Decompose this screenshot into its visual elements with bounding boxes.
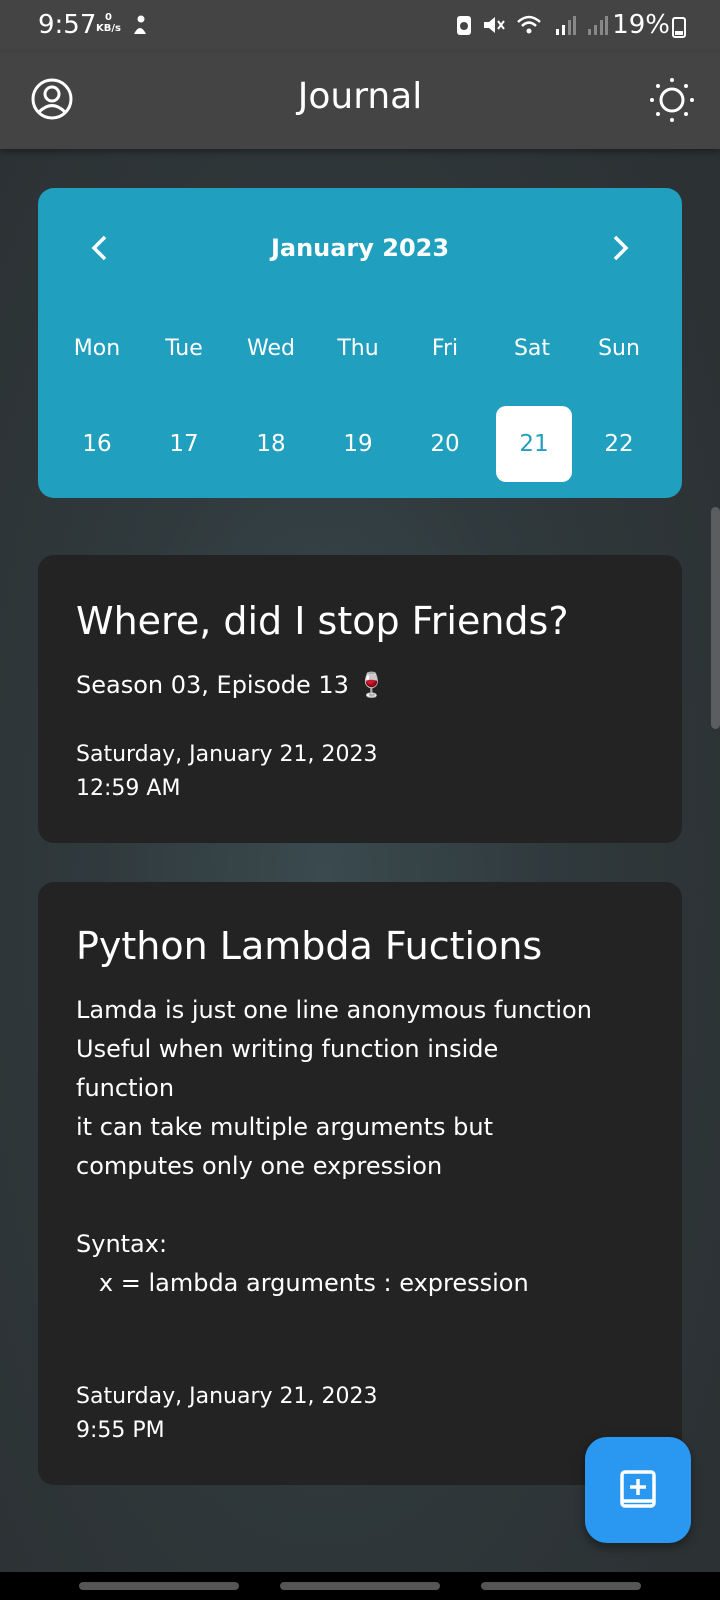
calendar-day[interactable]: 18: [233, 406, 309, 482]
journal-entry-card[interactable]: Where, did I stop Friends? Season 03, Ep…: [38, 555, 682, 843]
status-time: 9:57: [38, 10, 97, 40]
weekday-label: Fri: [431, 336, 459, 361]
calendar-day[interactable]: 17: [146, 406, 222, 482]
signal-2-icon: [588, 16, 608, 35]
nav-back-button[interactable]: [481, 1582, 641, 1590]
system-nav-bar: [0, 1572, 720, 1600]
nav-home-button[interactable]: [280, 1582, 440, 1590]
battery-saver-icon: [457, 16, 471, 35]
weekday-label: Tue: [165, 336, 203, 361]
entry-time: 12:59 AM: [76, 776, 181, 801]
chevron-right-icon[interactable]: [608, 234, 632, 262]
journal-entry-card[interactable]: Python Lambda Fuctions Lamda is just one…: [38, 882, 682, 1485]
add-note-icon: [620, 1470, 656, 1508]
calendar-day-selected[interactable]: 21: [496, 406, 572, 482]
entry-date: Saturday, January 21, 2023: [76, 1384, 378, 1409]
weekday-label: Sat: [513, 336, 551, 361]
notification-icon: [134, 15, 146, 34]
weekday-label: Wed: [247, 336, 295, 361]
mute-icon: [484, 17, 505, 33]
add-entry-button[interactable]: [585, 1437, 691, 1543]
weekday-label: Mon: [73, 336, 121, 361]
nav-recents-button[interactable]: [79, 1582, 239, 1590]
scrollbar[interactable]: [711, 507, 720, 729]
entry-title: Where, did I stop Friends?: [76, 599, 569, 643]
weekday-label: Sun: [598, 336, 640, 361]
entry-body: Season 03, Episode 13 🍷: [76, 671, 387, 699]
battery-icon: [672, 17, 686, 38]
signal-icon: [556, 16, 576, 35]
calendar-day[interactable]: 20: [407, 406, 483, 482]
network-speed: 0 KB/s: [96, 12, 121, 34]
battery-percent: 19%: [612, 10, 670, 40]
brightness-icon[interactable]: [648, 76, 696, 124]
entry-time: 9:55 PM: [76, 1418, 165, 1443]
week-calendar: January 2023 Mon Tue Wed Thu Fri Sat Sun…: [38, 188, 682, 498]
entry-date: Saturday, January 21, 2023: [76, 742, 378, 767]
entry-title: Python Lambda Fuctions: [76, 924, 543, 968]
calendar-day[interactable]: 19: [320, 406, 396, 482]
wifi-icon: [517, 15, 541, 34]
entry-body: Lamda is just one line anonymous functio…: [76, 996, 592, 1297]
calendar-day[interactable]: 22: [581, 406, 657, 482]
app-bar: Journal: [0, 52, 720, 149]
calendar-day[interactable]: 16: [59, 406, 135, 482]
status-icons: [456, 13, 608, 37]
calendar-month-label: January 2023: [270, 234, 450, 262]
status-bar: 9:57 0 KB/s 19%: [0, 0, 720, 52]
weekday-label: Thu: [337, 336, 379, 361]
page-title: Journal: [297, 76, 423, 117]
